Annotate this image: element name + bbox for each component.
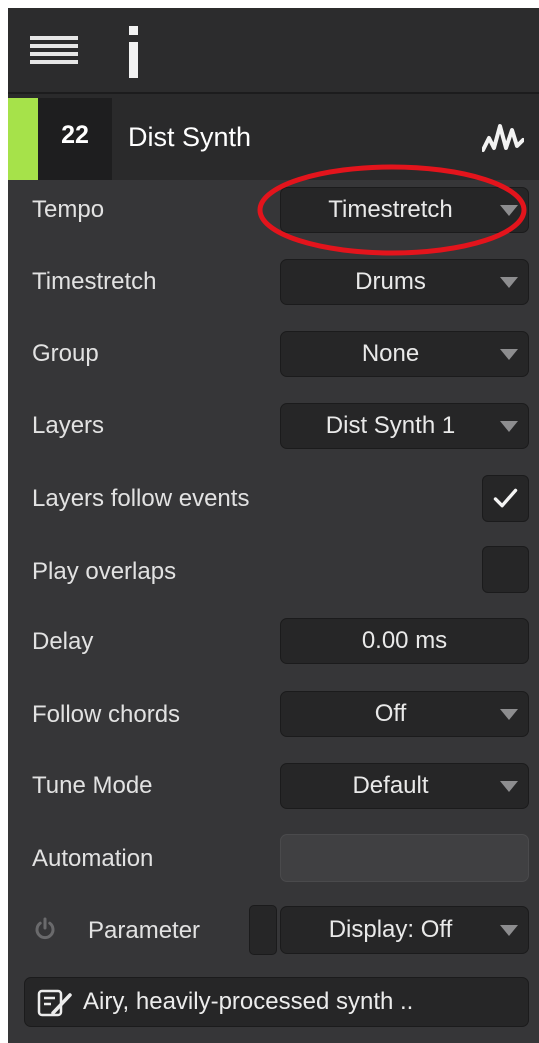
- timestretch-value: Drums: [355, 268, 426, 295]
- inspector-panel: 22 Dist Synth Tempo Timestretch Timestre…: [8, 8, 539, 1043]
- group-label: Group: [32, 340, 99, 367]
- edit-notes-icon: [37, 989, 72, 1017]
- parameter-toggle[interactable]: [249, 905, 277, 955]
- timestretch-select[interactable]: Drums: [280, 259, 529, 305]
- follow-chords-label: Follow chords: [32, 701, 181, 728]
- follow-chords-select[interactable]: Off: [280, 691, 529, 737]
- info-icon[interactable]: [122, 24, 146, 78]
- track-color-swatch[interactable]: [8, 98, 38, 180]
- tune-mode-value: Default: [352, 772, 429, 799]
- chevron-down-icon: [500, 205, 518, 216]
- tune-mode-label: Tune Mode: [32, 772, 153, 799]
- chevron-down-icon: [500, 781, 518, 792]
- group-value: None: [361, 340, 420, 367]
- layers-value: Dist Synth 1: [325, 412, 456, 439]
- notes-field[interactable]: Airy, heavily-processed synth ..: [24, 977, 529, 1027]
- chevron-down-icon: [500, 349, 518, 360]
- track-header[interactable]: 22 Dist Synth: [8, 94, 539, 180]
- chevron-down-icon: [500, 421, 518, 432]
- layers-select[interactable]: Dist Synth 1: [280, 403, 529, 449]
- layers-follow-events-label: Layers follow events: [32, 485, 250, 512]
- tune-mode-select[interactable]: Default: [280, 763, 529, 809]
- chevron-down-icon: [500, 925, 518, 936]
- track-number: 22: [61, 121, 89, 149]
- parameter-display-value: Display: Off: [328, 916, 453, 943]
- inspector-toolbar: [8, 8, 539, 94]
- layers-follow-events-checkbox[interactable]: [482, 475, 529, 522]
- power-icon[interactable]: [33, 917, 57, 941]
- follow-chords-value: Off: [374, 700, 407, 727]
- play-overlaps-checkbox[interactable]: [482, 546, 529, 593]
- notes-text: Airy, heavily-processed synth ..: [83, 988, 414, 1015]
- layers-label: Layers: [32, 412, 105, 439]
- waveform-icon[interactable]: [482, 120, 524, 154]
- delay-input[interactable]: 0.00 ms: [280, 618, 529, 664]
- parameter-display-select[interactable]: Display: Off: [280, 906, 529, 954]
- delay-label: Delay: [32, 628, 94, 655]
- automation-field[interactable]: [280, 834, 529, 882]
- parameter-label: Parameter: [88, 917, 201, 944]
- menu-icon[interactable]: [30, 34, 80, 68]
- tempo-label: Tempo: [32, 196, 105, 223]
- tempo-value: Timestretch: [328, 196, 453, 223]
- checkmark-icon: [493, 488, 518, 508]
- automation-label: Automation: [32, 845, 154, 872]
- group-select[interactable]: None: [280, 331, 529, 377]
- play-overlaps-label: Play overlaps: [32, 558, 177, 585]
- chevron-down-icon: [500, 277, 518, 288]
- tempo-select[interactable]: Timestretch: [280, 187, 529, 233]
- chevron-down-icon: [500, 709, 518, 720]
- timestretch-label: Timestretch: [32, 268, 157, 295]
- delay-value: 0.00 ms: [361, 627, 448, 654]
- track-name[interactable]: Dist Synth: [128, 120, 251, 154]
